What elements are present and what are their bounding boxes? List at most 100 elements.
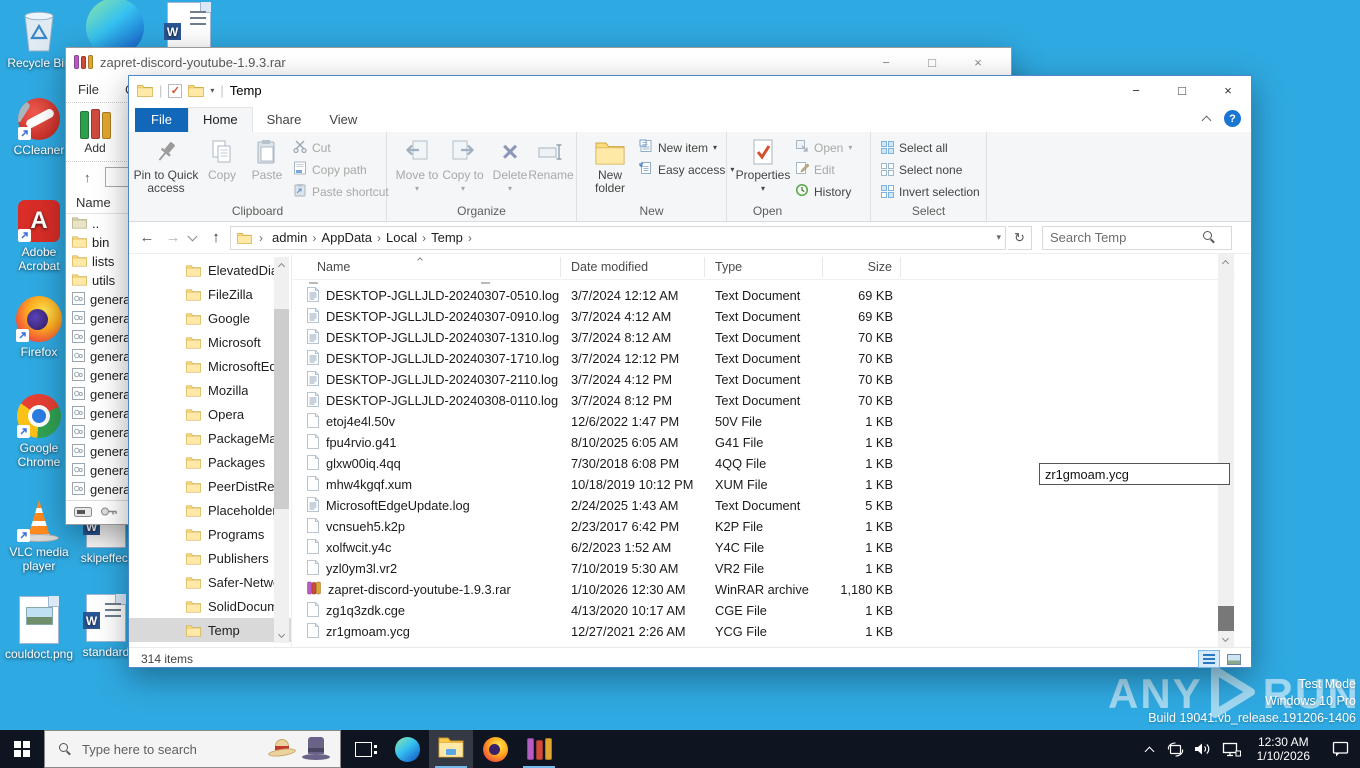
taskbar-clock[interactable]: 12:30 AM 1/10/2026 — [1247, 730, 1320, 768]
file-row[interactable]: DESKTOP-JGLLJLD-20240307-0510.log 3/7/202… — [293, 285, 1235, 306]
thumbnail-view-button[interactable] — [1223, 650, 1245, 668]
breadcrumb-local[interactable]: Local — [384, 230, 419, 245]
forward-button[interactable]: → — [161, 229, 185, 246]
scroll-up-icon[interactable] — [274, 257, 289, 272]
file-row[interactable]: DESKTOP-JGLLJLD-20240307-1310.log 3/7/202… — [293, 327, 1235, 348]
taskbar-edge-button[interactable] — [385, 730, 429, 768]
help-button[interactable]: ? — [1224, 110, 1241, 127]
tab-file[interactable]: File — [135, 108, 188, 132]
new-item-button[interactable]: New item ▾ — [639, 137, 717, 158]
tree-item-soliddocum[interactable]: SolidDocum — [129, 594, 291, 618]
search-input[interactable] — [1043, 230, 1203, 245]
properties-button[interactable]: Properties ▾ — [735, 135, 791, 195]
new-folder-button[interactable]: New folder — [585, 135, 635, 195]
tree-item-packages[interactable]: Packages — [129, 450, 291, 474]
column-header-name[interactable]: Name — [293, 256, 561, 277]
file-row[interactable]: fpu4rvio.g41 8/10/2025 6:05 AM G41 File 1 K… — [293, 432, 1235, 453]
column-header-type[interactable]: Type — [705, 256, 823, 277]
tree-item-microsofted[interactable]: MicrosoftEd — [129, 354, 291, 378]
file-row[interactable]: DESKTOP-JGLLJLD-20240308-0110.log 3/7/202… — [293, 390, 1235, 411]
tree-item-safer-netwo[interactable]: Safer-Netwo — [129, 570, 291, 594]
taskbar-file-explorer-button[interactable] — [429, 730, 473, 768]
scroll-down-icon[interactable] — [274, 628, 289, 643]
explorer-minimize-button[interactable]: − — [1113, 76, 1159, 105]
tab-home[interactable]: Home — [187, 107, 253, 132]
tree-item-opera[interactable]: Opera — [129, 402, 291, 426]
winrar-up-button[interactable]: ↑ — [84, 170, 91, 185]
network-icon[interactable] — [1217, 730, 1247, 768]
tree-scrollbar[interactable] — [274, 257, 289, 643]
winrar-menu-file[interactable]: File — [78, 82, 99, 97]
details-view-button[interactable] — [1198, 650, 1220, 668]
explorer-close-button[interactable]: × — [1205, 76, 1251, 105]
tree-item-programs[interactable]: Programs — [129, 522, 291, 546]
ribbon-collapse-icon[interactable] — [1201, 115, 1212, 126]
taskbar-search[interactable]: Type here to search — [44, 730, 341, 768]
rename-button[interactable]: Rename — [525, 135, 577, 182]
file-row[interactable]: vcnsueh5.k2p 2/23/2017 6:42 PM K2P File 1 K… — [293, 516, 1235, 537]
select-all-button[interactable]: Select all — [881, 137, 948, 158]
search-icon[interactable] — [1203, 231, 1216, 244]
copy-path-button[interactable]: Copy path — [293, 159, 367, 180]
tree-item-microsoft[interactable]: Microsoft — [129, 330, 291, 354]
file-row[interactable]: zr1gmoam.ycg 12/27/2021 2:26 AM YCG File 1 … — [293, 621, 1235, 642]
file-row[interactable]: DESKTOP-JGLLJLD-20240307-2110.log 3/7/202… — [293, 369, 1235, 390]
scroll-down-icon[interactable] — [1218, 632, 1233, 647]
taskbar-winrar-button[interactable] — [517, 730, 561, 768]
column-header-size[interactable]: Size — [823, 256, 901, 277]
pin-to-quick-access-button[interactable]: Pin to Quick access — [133, 135, 199, 195]
select-none-button[interactable]: Select none — [881, 159, 962, 180]
file-row[interactable]: DESKTOP-JGLLJLD-20240307-0910.log 3/7/202… — [293, 306, 1235, 327]
open-button[interactable]: Open ▾ — [795, 137, 852, 158]
breadcrumb-appdata[interactable]: AppData — [319, 230, 374, 245]
tree-item-packagema[interactable]: PackageMa — [129, 426, 291, 450]
task-view-button[interactable] — [341, 730, 385, 768]
breadcrumb-admin[interactable]: admin — [270, 230, 309, 245]
recent-locations-dropdown[interactable] — [187, 231, 198, 241]
paste-shortcut-button[interactable]: Paste shortcut — [293, 181, 389, 202]
address-bar[interactable]: admin AppData Local Temp ▾ — [230, 225, 1006, 250]
breadcrumb-temp[interactable]: Temp — [429, 230, 465, 245]
winrar-close-button[interactable]: × — [963, 48, 993, 76]
cut-button[interactable]: Cut — [293, 137, 331, 158]
taskbar-firefox-button[interactable] — [473, 730, 517, 768]
qat-customize-dropdown[interactable]: ▾ — [210, 86, 214, 95]
rename-input[interactable] — [1039, 463, 1230, 485]
tree-item-filezilla[interactable]: FileZilla — [129, 282, 291, 306]
edit-button[interactable]: Edit — [795, 159, 835, 180]
file-row[interactable]: zg1q3zdk.cge 4/13/2020 10:17 AM CGE File 1 … — [293, 600, 1235, 621]
explorer-titlebar[interactable]: | ✓ ▾ | Temp − □ × — [129, 76, 1251, 105]
volume-icon[interactable] — [1189, 730, 1217, 768]
action-center-button[interactable] — [1320, 730, 1360, 768]
up-button[interactable]: ↑ — [204, 229, 228, 246]
address-dropdown-icon[interactable]: ▾ — [996, 232, 1001, 243]
file-row[interactable]: xolfwcit.y4c 6/2/2023 1:52 AM Y4C File 1 KB — [293, 537, 1235, 558]
history-button[interactable]: History — [795, 181, 851, 202]
file-row[interactable]: DESKTOP-JGLLJLD-20240307-1710.log 3/7/202… — [293, 348, 1235, 369]
winrar-minimize-button[interactable]: − — [871, 48, 901, 76]
copy-to-button[interactable]: Copy to ▾ — [441, 135, 485, 195]
tab-share[interactable]: Share — [253, 108, 316, 132]
tree-item-elevateddia[interactable]: ElevatedDia — [129, 258, 291, 282]
tree-scrollbar-thumb[interactable] — [274, 309, 289, 509]
file-row[interactable]: yzl0ym3l.vr2 7/10/2019 5:30 AM VR2 File 1 K… — [293, 558, 1235, 579]
start-button[interactable] — [0, 730, 44, 768]
straw-hat-icon[interactable] — [267, 736, 297, 762]
scroll-up-icon[interactable] — [1218, 254, 1233, 269]
tree-item-mozilla[interactable]: Mozilla — [129, 378, 291, 402]
tree-item-temp[interactable]: Temp — [129, 618, 291, 642]
list-scrollbar[interactable] — [1218, 254, 1234, 647]
paste-button[interactable]: Paste — [246, 135, 288, 182]
qat-properties-icon[interactable]: ✓ — [168, 83, 183, 98]
tree-item-publishers[interactable]: Publishers — [129, 546, 291, 570]
winrar-titlebar[interactable]: zapret-discord-youtube-1.9.3.rar − □ × — [66, 48, 1011, 76]
move-to-button[interactable]: Move to ▾ — [395, 135, 439, 195]
tab-view[interactable]: View — [315, 108, 371, 132]
invert-selection-button[interactable]: Invert selection — [881, 181, 980, 202]
copy-button[interactable]: Copy — [201, 135, 243, 182]
back-button[interactable]: ← — [135, 229, 159, 246]
explorer-maximize-button[interactable]: □ — [1159, 76, 1205, 105]
column-header-date-modified[interactable]: Date modified — [561, 256, 705, 277]
winrar-add-button[interactable]: Add — [66, 109, 124, 155]
top-hat-icon[interactable] — [302, 736, 330, 763]
